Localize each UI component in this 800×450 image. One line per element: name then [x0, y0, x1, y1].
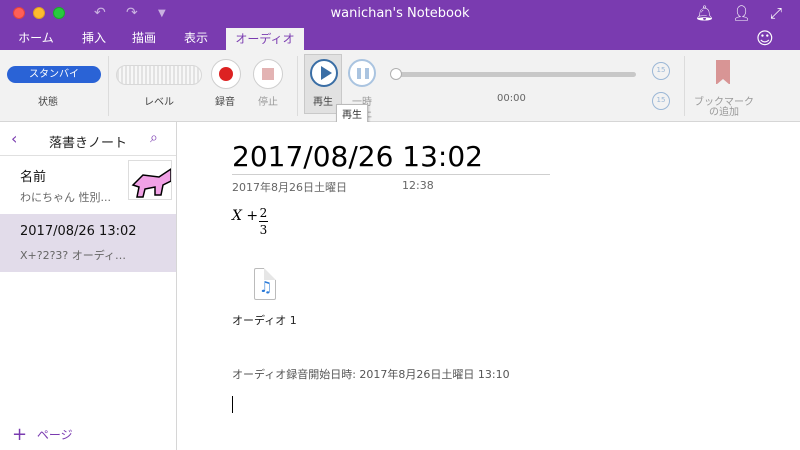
page-title[interactable]: 2017/08/26 13:02	[232, 140, 483, 173]
window-title: wanichan's Notebook	[330, 6, 470, 21]
page-preview: わにちゃん 性別...	[20, 191, 111, 204]
note-canvas[interactable]: 2017/08/26 13:02 2017年8月26日土曜日 12:38 X +…	[178, 122, 800, 450]
audio-file-icon[interactable]: ♫	[254, 268, 276, 300]
math-equation[interactable]: X + 2 3	[232, 206, 268, 237]
section-header: ‹ 落書きノート ⌕	[0, 122, 176, 156]
title-bar: ↶ ↷ ▼ wanichan's Notebook 🔔︎ 👤︎ ⤢	[0, 0, 800, 28]
level-meter	[116, 65, 202, 85]
music-note-icon: ♫	[259, 278, 273, 296]
add-page-button[interactable]: + ページ	[12, 424, 73, 445]
playback-slider-handle[interactable]	[390, 68, 402, 80]
page-title: 名前	[20, 170, 47, 185]
bell-icon[interactable]: 🔔︎	[695, 4, 714, 22]
skip-back-15-icon[interactable]: 15	[652, 62, 670, 80]
page-preview: X+?2?3? オーディ…	[20, 249, 126, 262]
page-item-selected[interactable]: 2017/08/26 13:02 X+?2?3? オーディ…	[0, 214, 176, 272]
tab-view[interactable]: 表示	[174, 28, 218, 50]
add-bookmark-label-2[interactable]: の追加	[694, 103, 754, 118]
ribbon-tabs: ホーム 挿入 描画 表示 オーディオ ☺	[0, 28, 800, 50]
pause-icon	[357, 68, 361, 79]
page-thumbnail	[128, 160, 172, 200]
record-icon	[219, 67, 233, 81]
page-date: 2017年8月26日土曜日	[232, 181, 347, 194]
status-badge: スタンバイ	[7, 66, 101, 83]
bookmark-icon[interactable]	[716, 60, 730, 85]
plus-icon: +	[12, 424, 28, 445]
ribbon-divider	[684, 56, 685, 116]
add-person-icon[interactable]: 👤︎	[732, 4, 751, 22]
audio-ribbon: スタンバイ 状態 レベル 録音 停止 再生 一時 停止 00:00 15 15 …	[0, 50, 800, 122]
record-button[interactable]	[211, 59, 241, 89]
play-icon	[310, 59, 338, 87]
play-label: 再生	[313, 97, 333, 108]
text-cursor	[232, 396, 233, 413]
tab-home[interactable]: ホーム	[10, 28, 62, 50]
record-label: 録音	[215, 97, 235, 108]
pause-button[interactable]	[348, 59, 376, 87]
status-label: 状態	[38, 97, 58, 108]
level-label: レベル	[144, 97, 174, 108]
page-item-name[interactable]: 名前 わにちゃん 性別...	[0, 156, 176, 214]
tab-draw[interactable]: 描画	[122, 28, 166, 50]
stop-button[interactable]	[253, 59, 283, 89]
feedback-smiley-icon[interactable]: ☺	[756, 29, 774, 49]
skip-forward-15-icon[interactable]: 15	[652, 92, 670, 110]
page-title: 2017/08/26 13:02	[20, 224, 137, 239]
playback-time: 00:00	[497, 93, 526, 104]
play-tooltip: 再生	[336, 104, 368, 123]
tab-insert[interactable]: 挿入	[72, 28, 116, 50]
ribbon-divider	[297, 56, 298, 116]
stop-icon	[262, 68, 274, 80]
fraction: 2 3	[259, 206, 268, 237]
pages-sidebar: ‹ 落書きノート ⌕ 名前 わにちゃん 性別... 2017/08/26 13:…	[0, 122, 177, 450]
audio-recording-timestamp: オーディオ録音開始日時: 2017年8月26日土曜日 13:10	[232, 368, 510, 381]
search-icon[interactable]: ⌕	[150, 130, 158, 146]
expand-icon[interactable]: ⤢	[770, 4, 782, 22]
title-underline	[232, 174, 550, 175]
tab-audio[interactable]: オーディオ	[226, 28, 304, 50]
playback-slider[interactable]	[396, 72, 636, 77]
audio-file-label[interactable]: オーディオ 1	[232, 312, 297, 328]
stop-label: 停止	[258, 97, 278, 108]
ribbon-divider	[108, 56, 109, 116]
page-time: 12:38	[402, 179, 434, 192]
